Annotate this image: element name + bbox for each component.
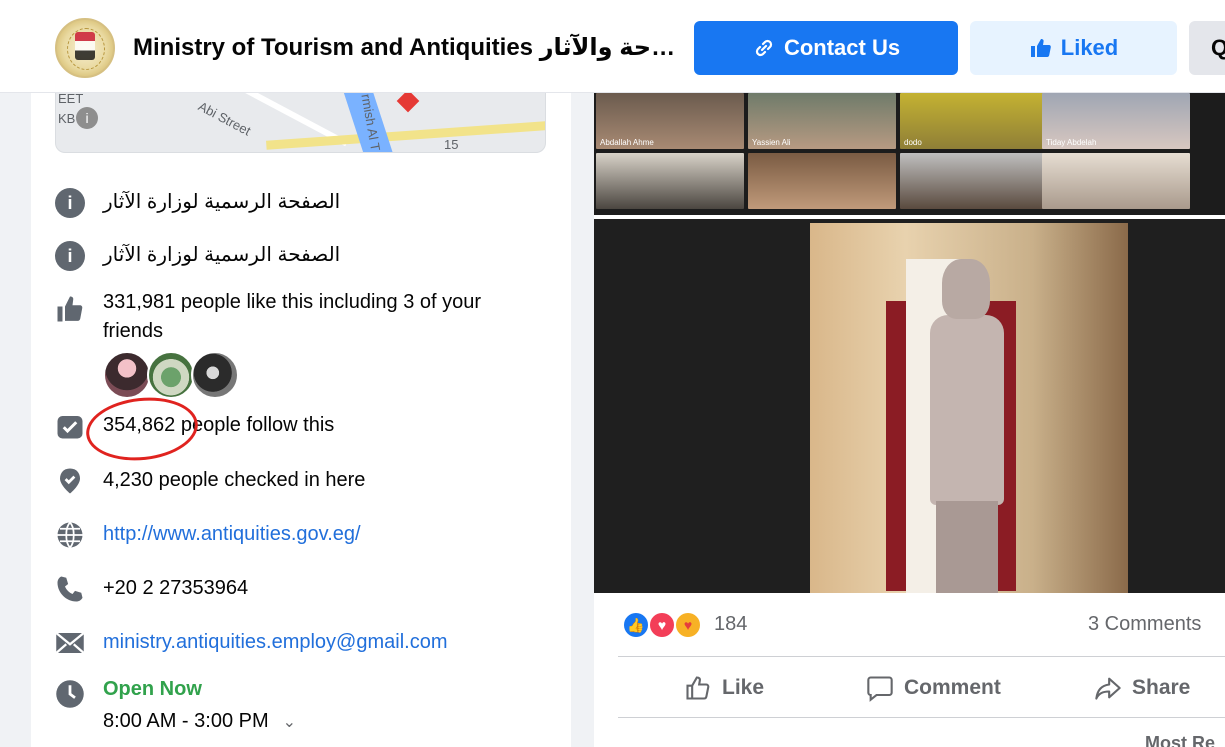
- participant-name: Yassien Ali: [752, 138, 791, 147]
- video-call-grid-image[interactable]: Abdallah Ahme Yassien Ali dodo Tiday Abd…: [594, 93, 1225, 215]
- globe-icon: [57, 521, 83, 549]
- location-map[interactable]: EET KB Abi Street rmish Al T 15 i: [55, 93, 546, 153]
- page-header: Ministry of Tourism and Antiquities وزار…: [0, 0, 1225, 93]
- description-text: الصفحة الرسمية لوزارة الآثار: [103, 191, 341, 213]
- search-icon: Q: [1211, 35, 1225, 60]
- map-street-label: Abi Street: [195, 98, 254, 139]
- hours-dropdown[interactable]: 8:00 AM - 3:00 PM ⌄: [103, 707, 543, 737]
- liked-label: Liked: [1060, 35, 1119, 60]
- participant-tile: dodo: [900, 93, 1048, 149]
- location-check-icon: [60, 468, 80, 494]
- participant-tile: [900, 153, 1048, 209]
- clock-icon: [56, 680, 84, 708]
- ministry-logo[interactable]: [55, 18, 115, 78]
- email-link[interactable]: ministry.antiquities.employ@gmail.com: [103, 628, 543, 657]
- like-reaction-icon: 👍: [622, 611, 650, 639]
- avatar[interactable]: [103, 351, 151, 399]
- likes-text: 331,981 people like this including 3 of …: [103, 291, 482, 342]
- post-card: Abdallah Ahme Yassien Ali dodo Tiday Abd…: [594, 93, 1225, 747]
- info-icon: i: [55, 241, 85, 271]
- follower-label: people follow this: [175, 414, 335, 436]
- share-label: Share: [1132, 676, 1191, 699]
- comment-label: Comment: [904, 676, 1001, 699]
- contact-us-button[interactable]: Contact Us: [694, 21, 958, 75]
- link-icon: [755, 39, 773, 57]
- care-reaction-icon: ♥: [674, 611, 702, 639]
- share-icon: [1095, 677, 1121, 700]
- comment-button[interactable]: Comment: [866, 671, 1001, 705]
- map-pin-icon: [396, 93, 420, 113]
- divider: [618, 717, 1225, 718]
- divider: [618, 656, 1225, 657]
- participant-tile: [1042, 153, 1190, 209]
- red-annotation-circle: [83, 392, 201, 466]
- thumbs-up-icon: [57, 296, 83, 322]
- participant-name: dodo: [904, 138, 922, 147]
- museum-statue-video[interactable]: [594, 219, 1225, 593]
- participant-tile: Tiday Abdelah: [1042, 93, 1190, 149]
- most-relevant-filter[interactable]: Most Re: [1145, 733, 1215, 747]
- participant-name: Tiday Abdelah: [1046, 138, 1097, 147]
- envelope-icon: [55, 632, 85, 654]
- thumbs-up-outline-icon: [686, 676, 710, 700]
- like-button[interactable]: Like: [684, 671, 764, 705]
- statue-legs: [936, 501, 998, 593]
- avatar[interactable]: [147, 351, 195, 399]
- participant-tile: [596, 153, 744, 209]
- comments-count[interactable]: 3 Comments: [1088, 613, 1201, 636]
- thumbs-up-icon: [1030, 39, 1051, 57]
- like-label: Like: [722, 676, 765, 699]
- liked-button[interactable]: Liked: [970, 21, 1177, 75]
- statue-head: [942, 259, 990, 319]
- participant-tile: Yassien Ali: [748, 93, 896, 149]
- map-label: EET: [58, 93, 84, 106]
- avatar[interactable]: [191, 351, 239, 399]
- friends-avatars: [103, 351, 243, 399]
- website-link[interactable]: http://www.antiquities.gov.eg/: [103, 520, 543, 549]
- opening-hours: 8:00 AM - 3:00 PM: [103, 710, 269, 732]
- info-icon: i: [55, 188, 85, 218]
- map-label: KB: [58, 111, 76, 126]
- checkins-text: 4,230 people checked in here: [103, 469, 366, 491]
- statue: [930, 315, 1004, 505]
- chevron-down-icon: ⌄: [282, 714, 297, 731]
- follow-check-icon: [57, 416, 83, 439]
- reaction-count[interactable]: 184: [714, 613, 747, 636]
- share-button[interactable]: Share: [1094, 671, 1190, 705]
- open-status: Open Now: [103, 678, 202, 700]
- map-label: 15: [444, 137, 459, 152]
- phone-number[interactable]: +20 2 27353964: [103, 574, 543, 603]
- comment-icon: [867, 676, 893, 702]
- participant-tile: [748, 153, 896, 209]
- page-title[interactable]: Ministry of Tourism and Antiquities وزار…: [133, 33, 678, 62]
- search-button[interactable]: Q: [1189, 21, 1225, 75]
- reactions-summary[interactable]: 👍 ♥ ♥: [622, 611, 712, 641]
- love-reaction-icon: ♥: [648, 611, 676, 639]
- map-info-icon: i: [76, 107, 98, 129]
- contact-us-label: Contact Us: [783, 35, 901, 60]
- participant-name: Abdallah Ahme: [600, 138, 654, 147]
- description-text: الصفحة الرسمية لوزارة الآثار: [103, 244, 341, 266]
- phone-icon: [57, 576, 83, 602]
- participant-tile: Abdallah Ahme: [596, 93, 744, 149]
- intro-card: EET KB Abi Street rmish Al T 15 i i الصف…: [31, 93, 571, 747]
